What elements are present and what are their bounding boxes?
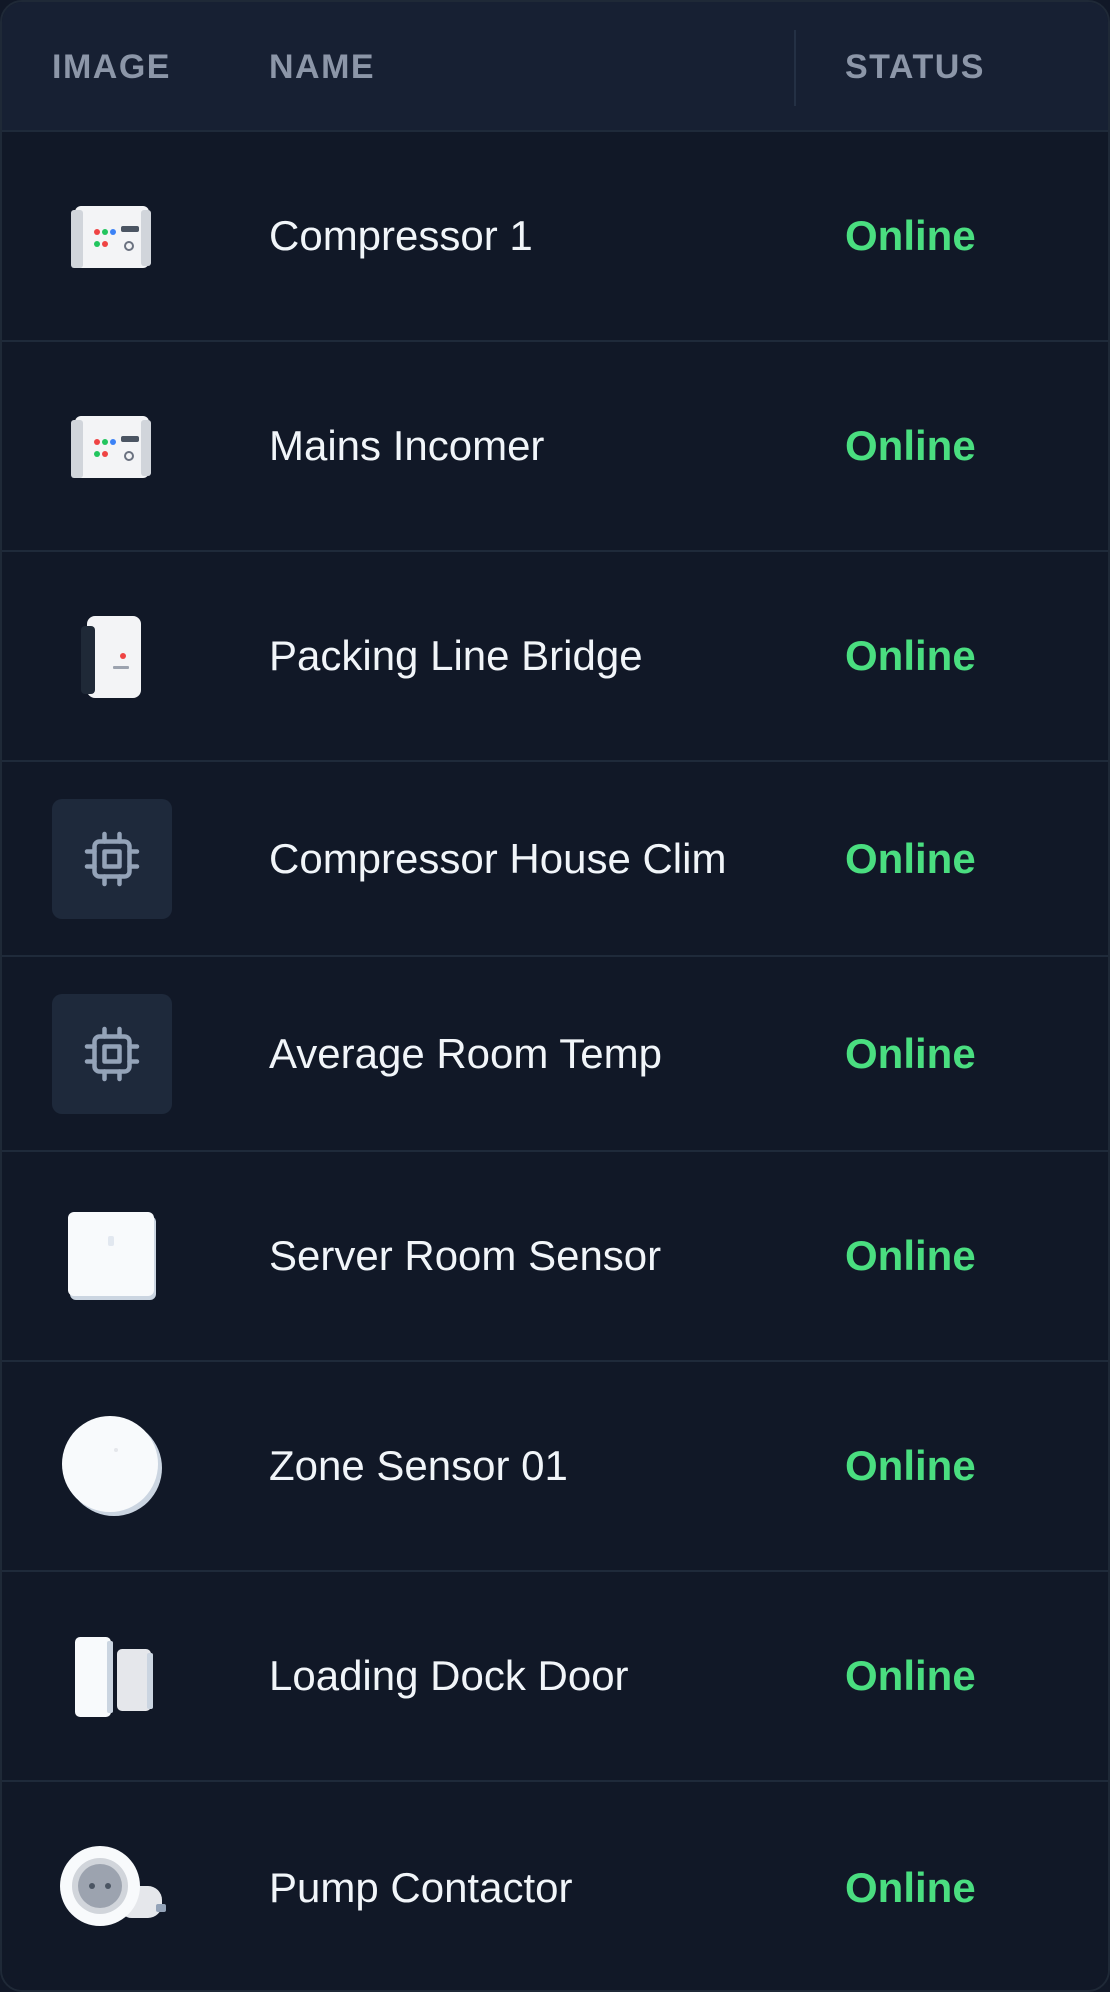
device-name[interactable]: Mains Incomer bbox=[269, 342, 544, 550]
table-row[interactable]: Loading Dock Door Online bbox=[2, 1572, 1108, 1782]
table-row[interactable]: Compressor House Clim Online bbox=[2, 762, 1108, 957]
device-name[interactable]: Zone Sensor 01 bbox=[269, 1362, 568, 1570]
device-name[interactable]: Average Room Temp bbox=[269, 957, 662, 1150]
round-sensor-icon bbox=[52, 1406, 172, 1526]
bridge-device-icon bbox=[52, 596, 172, 716]
column-resize-handle[interactable] bbox=[794, 30, 796, 106]
status-badge: Online bbox=[845, 1864, 976, 1911]
smart-plug-icon bbox=[52, 1828, 172, 1948]
header-status[interactable]: STATUS bbox=[845, 2, 985, 132]
table-row[interactable]: Compressor 1 Online bbox=[2, 132, 1108, 342]
status-badge: Online bbox=[845, 212, 976, 259]
status-badge: Online bbox=[845, 834, 976, 882]
table-row[interactable]: Server Room Sensor Online bbox=[2, 1152, 1108, 1362]
chip-icon bbox=[52, 993, 172, 1114]
table-row[interactable]: Packing Line Bridge Online bbox=[2, 552, 1108, 762]
device-name[interactable]: Packing Line Bridge bbox=[269, 552, 643, 760]
status-badge: Online bbox=[845, 1652, 976, 1699]
header-name[interactable]: NAME bbox=[269, 2, 375, 132]
status-badge: Online bbox=[845, 1442, 976, 1489]
door-sensor-icon bbox=[52, 1616, 172, 1736]
device-name[interactable]: Compressor House Clim bbox=[269, 762, 726, 955]
status-badge: Online bbox=[845, 422, 976, 469]
device-name[interactable]: Pump Contactor bbox=[269, 1782, 572, 1990]
device-name[interactable]: Compressor 1 bbox=[269, 132, 533, 340]
table-row[interactable]: Average Room Temp Online bbox=[2, 957, 1108, 1152]
square-sensor-icon bbox=[52, 1196, 172, 1316]
status-badge: Online bbox=[845, 1029, 976, 1077]
device-name[interactable]: Loading Dock Door bbox=[269, 1572, 629, 1780]
chip-icon bbox=[52, 798, 172, 919]
table-row[interactable]: Zone Sensor 01 Online bbox=[2, 1362, 1108, 1572]
energy-meter-icon bbox=[52, 176, 172, 296]
table-header: IMAGE NAME STATUS bbox=[2, 2, 1108, 132]
device-name[interactable]: Server Room Sensor bbox=[269, 1152, 661, 1360]
status-badge: Online bbox=[845, 1232, 976, 1279]
header-image[interactable]: IMAGE bbox=[52, 2, 171, 132]
table-row[interactable]: Pump Contactor Online bbox=[2, 1782, 1108, 1990]
status-badge: Online bbox=[845, 632, 976, 679]
devices-table: IMAGE NAME STATUS Compressor 1 Online Ma… bbox=[0, 0, 1110, 1992]
table-row[interactable]: Mains Incomer Online bbox=[2, 342, 1108, 552]
energy-meter-icon bbox=[52, 386, 172, 506]
